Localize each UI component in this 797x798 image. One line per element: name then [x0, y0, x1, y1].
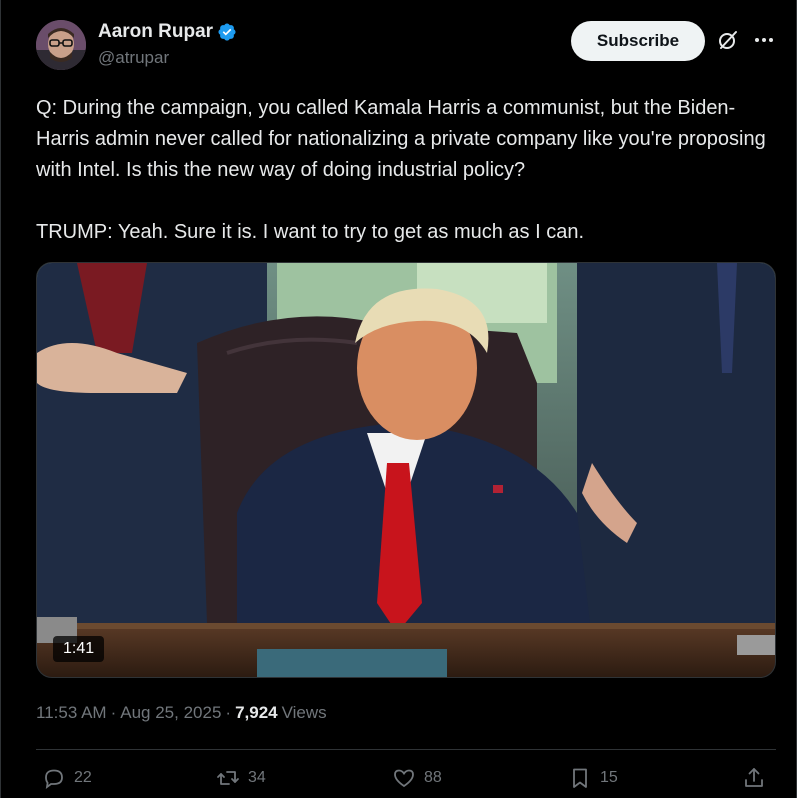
video-player[interactable]: 1:41 — [36, 262, 776, 678]
tweet-text: Q: During the campaign, you called Kamal… — [36, 97, 766, 243]
heart-icon — [394, 769, 414, 788]
bookmark-button[interactable]: 15 — [568, 766, 618, 790]
views-label: Views — [281, 703, 327, 722]
tweet-meta: 11:53 AM · Aug 25, 2025 · 7,924 Views — [36, 703, 327, 723]
repost-icon — [217, 771, 239, 785]
views-count: 7,924 — [235, 703, 278, 722]
tweet-date[interactable]: Aug 25, 2025 — [120, 703, 221, 723]
bookmark-icon — [573, 768, 587, 788]
repost-button[interactable]: 34 — [216, 766, 266, 790]
left-border — [0, 0, 1, 798]
avatar[interactable] — [36, 20, 86, 70]
bookmark-count: 15 — [600, 769, 618, 786]
subscribe-button[interactable]: Subscribe — [571, 21, 705, 61]
action-bar: 22 34 88 15 — [36, 762, 776, 798]
meta-separator: · — [110, 703, 117, 722]
author-handle[interactable]: @atrupar — [98, 48, 237, 68]
author-block: Aaron Rupar @atrupar — [98, 21, 237, 68]
share-icon — [745, 768, 763, 787]
like-button[interactable]: 88 — [392, 766, 442, 790]
video-duration-badge: 1:41 — [53, 636, 105, 662]
reply-count: 22 — [74, 769, 92, 786]
verified-badge-icon[interactable] — [217, 22, 237, 42]
video-frame — [37, 263, 775, 677]
divider — [36, 749, 776, 750]
tweet-time[interactable]: 11:53 AM — [36, 703, 107, 723]
author-name[interactable]: Aaron Rupar — [98, 21, 213, 43]
like-count: 88 — [424, 769, 442, 786]
tweet-header: Aaron Rupar @atrupar Subscribe — [36, 18, 776, 74]
more-icon[interactable] — [752, 28, 776, 52]
reply-button[interactable]: 22 — [42, 766, 92, 790]
repost-count: 34 — [248, 769, 266, 786]
meta-separator-2: · — [225, 703, 232, 722]
grok-icon[interactable] — [716, 28, 740, 52]
share-button[interactable] — [742, 766, 766, 790]
reply-icon — [45, 769, 63, 790]
